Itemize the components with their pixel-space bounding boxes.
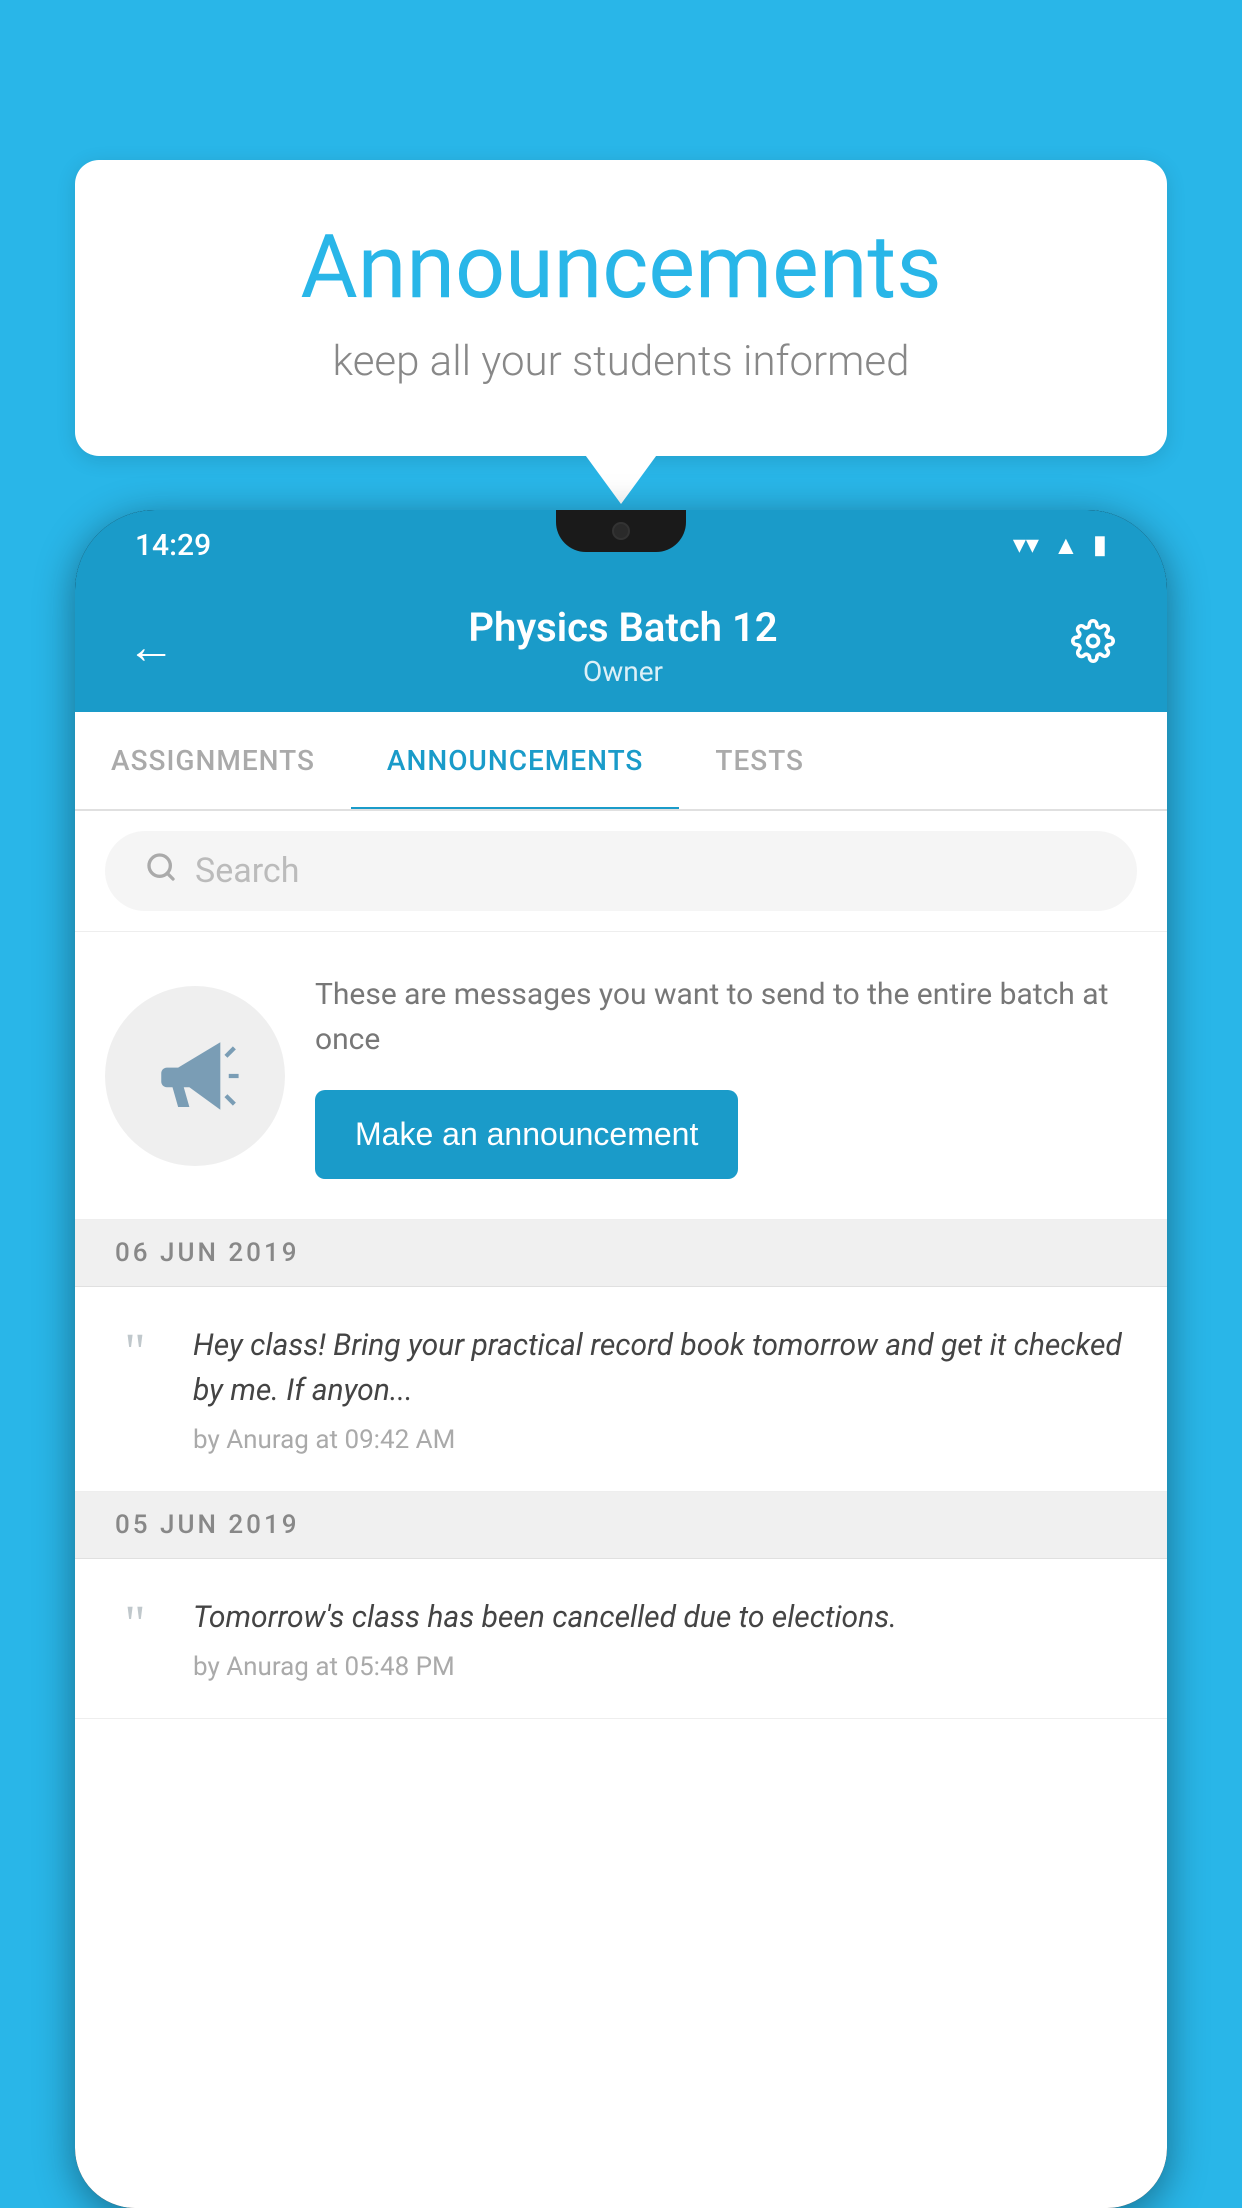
announcement-content-1: Hey class! Bring your practical record b… bbox=[193, 1323, 1137, 1455]
speech-bubble: Announcements keep all your students inf… bbox=[75, 160, 1167, 456]
phone-content: Search These are bbox=[75, 811, 1167, 2208]
promo-right: These are messages you want to send to t… bbox=[315, 972, 1137, 1179]
search-bar[interactable]: Search bbox=[105, 831, 1137, 911]
promo-section: These are messages you want to send to t… bbox=[75, 932, 1167, 1220]
promo-description: These are messages you want to send to t… bbox=[315, 972, 1137, 1062]
back-button[interactable]: ← bbox=[119, 610, 183, 683]
tab-announcements[interactable]: ANNOUNCEMENTS bbox=[351, 712, 679, 809]
search-placeholder: Search bbox=[195, 851, 299, 891]
signal-icon: ▲ bbox=[1053, 530, 1079, 561]
announcement-item-2[interactable]: " Tomorrow's class has been cancelled du… bbox=[75, 1559, 1167, 1719]
phone-screen: ← Physics Batch 12 Owner ASSIGNMENTS ANN… bbox=[75, 580, 1167, 2208]
bubble-title: Announcements bbox=[155, 220, 1087, 317]
speech-bubble-container: Announcements keep all your students inf… bbox=[75, 160, 1167, 456]
notch bbox=[556, 510, 686, 552]
announcement-item-1[interactable]: " Hey class! Bring your practical record… bbox=[75, 1287, 1167, 1492]
announcement-text-2: Tomorrow's class has been cancelled due … bbox=[193, 1595, 1137, 1640]
tabs-bar: ASSIGNMENTS ANNOUNCEMENTS TESTS bbox=[75, 712, 1167, 811]
camera-dot bbox=[612, 522, 630, 540]
announcement-text-1: Hey class! Bring your practical record b… bbox=[193, 1323, 1137, 1413]
announcement-meta-1: by Anurag at 09:42 AM bbox=[193, 1425, 1137, 1455]
quote-icon-1: " bbox=[105, 1327, 165, 1379]
search-container: Search bbox=[75, 811, 1167, 932]
settings-button[interactable] bbox=[1063, 611, 1123, 682]
battery-icon: ▮ bbox=[1093, 530, 1107, 560]
date-separator-2: 05 JUN 2019 bbox=[75, 1492, 1167, 1559]
tab-assignments[interactable]: ASSIGNMENTS bbox=[75, 712, 351, 809]
tab-tests[interactable]: TESTS bbox=[679, 712, 840, 809]
header-subtitle: Owner bbox=[468, 655, 777, 688]
app-header: ← Physics Batch 12 Owner bbox=[75, 580, 1167, 712]
make-announcement-button[interactable]: Make an announcement bbox=[315, 1090, 738, 1179]
header-center: Physics Batch 12 Owner bbox=[468, 604, 777, 688]
header-title: Physics Batch 12 bbox=[468, 604, 777, 651]
bubble-subtitle: keep all your students informed bbox=[155, 337, 1087, 386]
wifi-icon: ▾▾ bbox=[1013, 530, 1039, 560]
status-icons: ▾▾ ▲ ▮ bbox=[1013, 530, 1107, 561]
status-bar: 14:29 ▾▾ ▲ ▮ bbox=[75, 510, 1167, 580]
search-icon bbox=[145, 851, 177, 891]
quote-icon-2: " bbox=[105, 1599, 165, 1651]
announcement-meta-2: by Anurag at 05:48 PM bbox=[193, 1652, 1137, 1682]
phone-inner: 14:29 ▾▾ ▲ ▮ ← Physics Batch 12 Owner bbox=[75, 510, 1167, 2208]
phone-frame: 14:29 ▾▾ ▲ ▮ ← Physics Batch 12 Owner bbox=[75, 510, 1167, 2208]
promo-icon-circle bbox=[105, 986, 285, 1166]
announcement-content-2: Tomorrow's class has been cancelled due … bbox=[193, 1595, 1137, 1682]
status-time: 14:29 bbox=[135, 528, 211, 563]
date-separator-1: 06 JUN 2019 bbox=[75, 1220, 1167, 1287]
